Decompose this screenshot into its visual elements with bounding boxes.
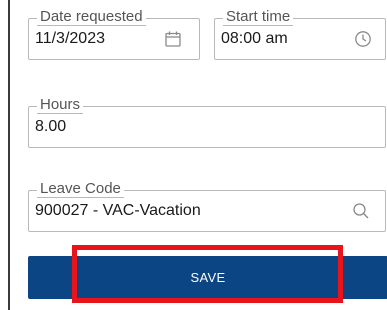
left-divider [8, 0, 10, 310]
leave-code-field[interactable]: Leave Code 900027 - VAC-Vacation [28, 181, 386, 232]
date-requested-value[interactable]: 11/3/2023 [35, 19, 105, 59]
calendar-icon[interactable] [163, 29, 183, 49]
date-requested-field[interactable]: Date requested 11/3/2023 [28, 9, 200, 60]
search-icon[interactable] [351, 201, 371, 221]
save-button[interactable]: SAVE [28, 256, 387, 299]
hours-field[interactable]: Hours 8.00 [28, 97, 386, 148]
start-time-value[interactable]: 08:00 am [221, 19, 288, 59]
clock-icon[interactable] [353, 29, 373, 49]
hours-value[interactable]: 8.00 [35, 107, 66, 147]
save-button-label: SAVE [190, 270, 226, 285]
start-time-field[interactable]: Start time 08:00 am [214, 9, 386, 60]
leave-code-value[interactable]: 900027 - VAC-Vacation [35, 191, 201, 231]
